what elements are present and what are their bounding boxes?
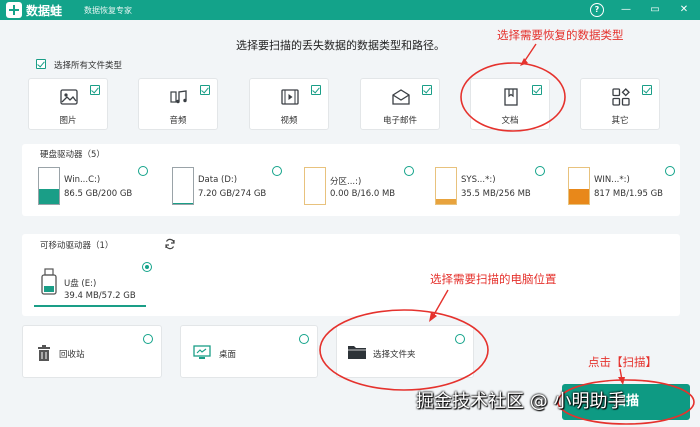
drive-c-radio[interactable]: [138, 166, 148, 176]
drive-partition-radio[interactable]: [404, 166, 414, 176]
drive-win-radio[interactable]: [665, 166, 675, 176]
type-checkbox-video[interactable]: [311, 85, 321, 95]
annotation-location-hint: 选择需要扫描的电脑位置: [430, 272, 557, 286]
title-bar: 数据蛙 数据恢复专家 ? — ▭ ✕: [0, 0, 700, 20]
drive-size: 817 MB/1.95 GB: [594, 189, 664, 199]
drive-size: 7.20 GB/274 GB: [198, 189, 267, 199]
type-label: 其它: [611, 116, 629, 126]
drive-usage-fill: [39, 188, 59, 204]
select-all-label: 选择所有文件类型: [54, 61, 123, 71]
removable-title: 可移动驱动器（1）: [40, 241, 114, 251]
type-card-document[interactable]: 文档: [470, 78, 550, 130]
close-button[interactable]: ✕: [677, 3, 691, 17]
location-radio[interactable]: [455, 334, 465, 344]
type-checkbox-audio[interactable]: [200, 85, 210, 95]
watermark: 掘金技术社区 @ 小明助手: [416, 391, 626, 412]
select-all-checkbox[interactable]: [36, 59, 46, 69]
maximize-button[interactable]: ▭: [648, 3, 662, 17]
drive-name: Data (D:): [198, 175, 238, 185]
type-card-image[interactable]: 图片: [28, 78, 108, 130]
video-icon: [281, 89, 299, 105]
refresh-icon[interactable]: [164, 238, 176, 250]
minimize-button[interactable]: —: [619, 3, 633, 17]
drive-name: SYS...*:): [461, 175, 496, 185]
desktop-icon: [193, 345, 211, 359]
app-name: 数据蛙: [26, 4, 63, 18]
location-select-folder[interactable]: 选择文件夹: [336, 325, 474, 378]
drive-size: 86.5 GB/200 GB: [64, 189, 133, 199]
drive-size: 35.5 MB/256 MB: [461, 189, 531, 199]
type-label: 音频: [169, 116, 187, 126]
logo-icon: [6, 2, 22, 18]
type-card-video[interactable]: 视频: [249, 78, 329, 130]
drive-usage-bar: [304, 167, 326, 205]
drive-usage-bar: [172, 167, 194, 205]
drive-usage-bar: [38, 167, 60, 205]
drive-usage-fill: [173, 202, 193, 204]
hard-drives-title: 硬盘驱动器（5）: [40, 150, 105, 160]
trash-icon: [38, 345, 50, 361]
drive-usage-bar: [568, 167, 590, 205]
app-subtitle: 数据恢复专家: [84, 6, 132, 15]
music-icon: [170, 90, 187, 104]
location-radio[interactable]: [299, 334, 309, 344]
drive-sys-radio[interactable]: [535, 166, 545, 176]
help-icon[interactable]: ?: [590, 3, 604, 17]
drive-name: 分区...:): [330, 177, 362, 187]
location-radio[interactable]: [143, 334, 153, 344]
selected-underline: [34, 305, 146, 307]
email-icon: [392, 89, 410, 105]
drive-usage-fill: [436, 198, 456, 204]
drive-usage-bar: [435, 167, 457, 205]
location-label: 回收站: [59, 350, 85, 360]
usb-drive-icon: [41, 268, 57, 295]
folder-icon: [348, 346, 366, 359]
drive-name: WIN...*:): [594, 175, 630, 185]
drive-usage-fill: [569, 188, 589, 204]
other-icon: [612, 88, 630, 106]
drive-name: U盘 (E:): [64, 279, 97, 289]
type-checkbox-other[interactable]: [642, 85, 652, 95]
type-checkbox-document[interactable]: [532, 85, 542, 95]
drive-usb-radio[interactable]: [142, 262, 152, 272]
image-icon: [60, 89, 78, 105]
document-icon: [504, 88, 518, 106]
location-label: 桌面: [219, 350, 237, 360]
type-checkbox-email[interactable]: [422, 85, 432, 95]
location-label: 选择文件夹: [373, 350, 416, 360]
location-desktop[interactable]: 桌面: [180, 325, 318, 378]
drive-usb[interactable]: U盘 (E:) 39.4 MB/57.2 GB: [34, 266, 150, 307]
drive-size: 0.00 B/16.0 MB: [330, 189, 396, 199]
page-heading: 选择要扫描的丢失数据的数据类型和路径。: [236, 39, 445, 52]
drive-d-radio[interactable]: [272, 166, 282, 176]
type-checkbox-image[interactable]: [90, 85, 100, 95]
type-card-audio[interactable]: 音频: [138, 78, 218, 130]
annotation-type-hint: 选择需要恢复的数据类型: [497, 28, 624, 42]
type-label: 图片: [59, 116, 77, 126]
type-card-email[interactable]: 电子邮件: [360, 78, 440, 130]
type-label: 文档: [501, 116, 519, 126]
type-label: 电子邮件: [382, 116, 417, 126]
location-recycle-bin[interactable]: 回收站: [22, 325, 162, 378]
type-card-other[interactable]: 其它: [580, 78, 660, 130]
type-label: 视频: [280, 116, 298, 126]
annotation-scan-hint: 点击【扫描】: [588, 355, 657, 369]
drive-name: Win...C:): [64, 175, 101, 185]
drive-size: 39.4 MB/57.2 GB: [64, 291, 136, 301]
